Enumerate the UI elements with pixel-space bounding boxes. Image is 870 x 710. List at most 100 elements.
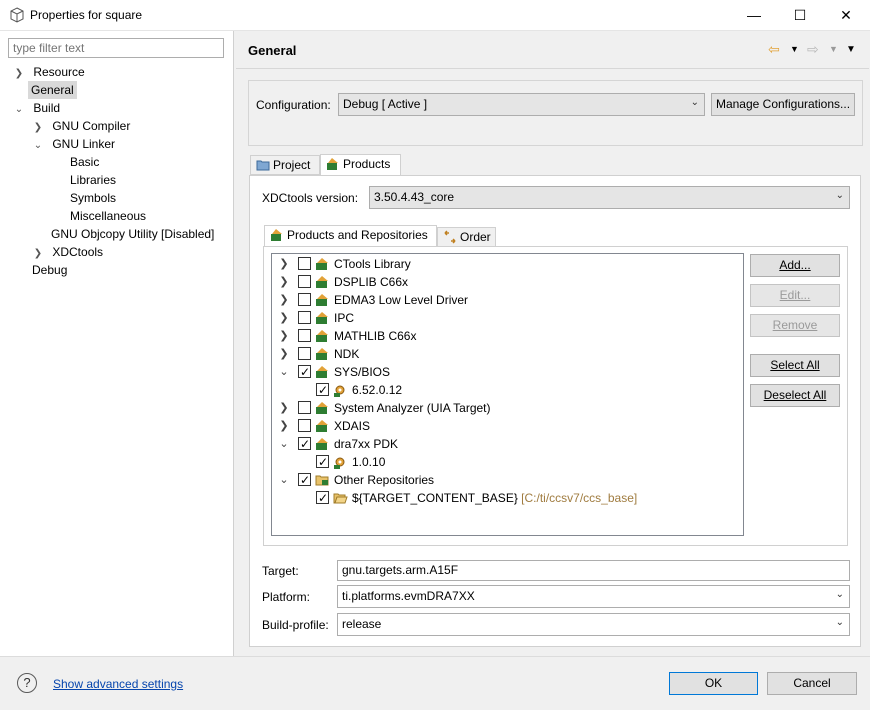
repository-row[interactable]: 1.0.10 [272,453,742,471]
forward-dropdown-icon[interactable]: ▼ [829,44,838,54]
repository-checkbox[interactable] [298,471,311,489]
maximize-button[interactable]: ☐ [777,0,823,31]
add-button[interactable]: Add... [750,254,840,277]
product-package-icon [316,366,328,378]
remove-button[interactable]: Remove [750,314,840,337]
repository-row[interactable]: 6.52.0.12 [272,381,742,399]
build-profile-select[interactable]: release ⌄ [337,613,850,636]
chevron-right-icon[interactable]: ❯ [278,309,290,327]
tree-item-miscellaneous[interactable]: Miscellaneous [70,207,146,225]
repository-checkbox[interactable] [316,453,329,471]
forward-arrow-icon[interactable]: ⇨ [807,41,819,58]
repository-row[interactable]: ❯ XDAIS [272,417,742,435]
repository-row[interactable]: ❯ CTools Library [272,255,742,273]
chevron-down-icon: ⌄ [835,589,844,600]
tab-order[interactable]: Order [437,227,496,247]
back-arrow-icon[interactable]: ⇦ [768,41,780,58]
target-input[interactable]: gnu.targets.arm.A15F [337,560,850,581]
product-package-icon [316,330,328,342]
repository-checkbox[interactable] [298,435,311,453]
repository-checkbox[interactable] [298,363,311,381]
repository-label: IPC [334,311,355,325]
repository-label: EDMA3 Low Level Driver [334,293,469,307]
edit-button[interactable]: Edit... [750,284,840,307]
chevron-down-icon[interactable]: ⌄ [278,435,290,453]
select-all-button[interactable]: Select All [750,354,840,377]
tree-item-symbols[interactable]: Symbols [70,189,116,207]
back-dropdown-icon[interactable]: ▼ [790,44,799,54]
chevron-right-icon[interactable]: ❯ [278,291,290,309]
tree-item-general[interactable]: General [28,81,77,99]
repository-checkbox[interactable] [298,293,311,306]
deselect-all-button[interactable]: Deselect All [750,384,840,407]
tab-products-and-repositories[interactable]: Products and Repositories [264,225,437,247]
tree-item-build[interactable]: ⌄ Build [14,99,60,117]
tab-label: Project [273,158,311,172]
repository-label: DSPLIB C66x [334,275,409,289]
build-profile-value: release [342,617,382,631]
repository-row[interactable]: ⌄ dra7xx PDK [272,435,742,453]
repository-checkbox[interactable] [316,489,329,507]
repository-checkbox[interactable] [298,419,311,432]
chevron-right-icon[interactable]: ❯ [278,399,290,417]
platform-select[interactable]: ti.platforms.evmDRA7XX ⌄ [337,585,850,608]
show-advanced-settings-link[interactable]: Show advanced settings [53,677,183,691]
repository-checkbox[interactable] [298,329,311,342]
tree-item-debug[interactable]: Debug [32,261,67,279]
repository-checkbox[interactable] [298,311,311,324]
repository-row[interactable]: ❯ IPC [272,309,742,327]
filter-input[interactable] [8,38,224,58]
repository-row[interactable]: ${TARGET_CONTENT_BASE} [C:/ti/ccsv7/ccs_… [272,489,742,507]
repository-checkbox[interactable] [298,347,311,360]
tree-item-libraries[interactable]: Libraries [70,171,116,189]
chevron-right-icon[interactable]: ❯ [278,273,290,291]
repository-row[interactable]: ❯ System Analyzer (UIA Target) [272,399,742,417]
chevron-down-icon[interactable]: ⌄ [33,137,43,155]
tab-project[interactable]: Project [250,155,320,175]
repository-label: MATHLIB C66x [334,329,417,343]
tree-item-gnu-linker[interactable]: ⌄ GNU Linker [33,135,115,153]
tree-item-gnu-compiler[interactable]: ❯ GNU Compiler [33,117,131,135]
xdctools-version-select[interactable]: 3.50.4.43_core ⌄ [369,186,850,209]
repository-row[interactable]: ❯ NDK [272,345,742,363]
chevron-down-icon[interactable]: ⌄ [14,101,24,119]
repository-label: dra7xx PDK [334,437,399,451]
tree-item-xdctools[interactable]: ❯ XDCtools [33,243,103,261]
chevron-right-icon[interactable]: ❯ [278,255,290,273]
configuration-select[interactable]: Debug [ Active ] ⌄ [338,93,705,116]
chevron-down-icon[interactable]: ⌄ [278,363,290,381]
repository-checkbox[interactable] [298,257,311,270]
close-button[interactable]: ✕ [823,0,869,31]
chevron-right-icon[interactable]: ❯ [278,327,290,345]
manage-configurations-button[interactable]: Manage Configurations... [711,93,855,116]
remove-label: Remove [772,318,818,332]
help-icon[interactable]: ? [17,673,37,693]
repository-checkbox[interactable] [298,401,311,414]
product-package-icon [316,276,328,288]
minimize-button[interactable]: — [731,0,777,31]
repository-label: 6.52.0.12 [352,383,403,397]
view-menu-icon[interactable]: ▼ [846,44,856,55]
tab-products[interactable]: Products [320,154,401,176]
cancel-button[interactable]: Cancel [767,672,857,695]
repository-checkbox[interactable] [298,275,311,288]
tree-item-basic[interactable]: Basic [70,153,99,171]
product-package-icon [316,294,328,306]
repository-row[interactable]: ⌄ SYS/BIOS [272,363,742,381]
ok-button[interactable]: OK [669,672,758,695]
repositories-tree[interactable]: ❯ CTools Library ❯ DSPLIB C66x ❯ EDMA3 Low Le… [271,253,744,536]
build-profile-label: Build-profile: [262,618,329,632]
tree-item-gnu-objcopy[interactable]: GNU Objcopy Utility [Disabled] [51,225,214,243]
repository-row[interactable]: ❯ MATHLIB C66x [272,327,742,345]
chevron-right-icon[interactable]: ❯ [14,65,24,83]
configuration-label: Configuration: [256,98,331,112]
repository-row[interactable]: ⌄ Other Repositories [272,471,742,489]
chevron-right-icon[interactable]: ❯ [278,345,290,363]
tree-item-resource[interactable]: ❯ Resource [14,63,85,81]
repository-checkbox[interactable] [316,381,329,399]
repository-row[interactable]: ❯ DSPLIB C66x [272,273,742,291]
repository-row[interactable]: ❯ EDMA3 Low Level Driver [272,291,742,309]
chevron-right-icon[interactable]: ❯ [278,417,290,435]
xdctools-version-label: XDCtools version: [262,191,359,205]
chevron-down-icon[interactable]: ⌄ [278,471,290,489]
